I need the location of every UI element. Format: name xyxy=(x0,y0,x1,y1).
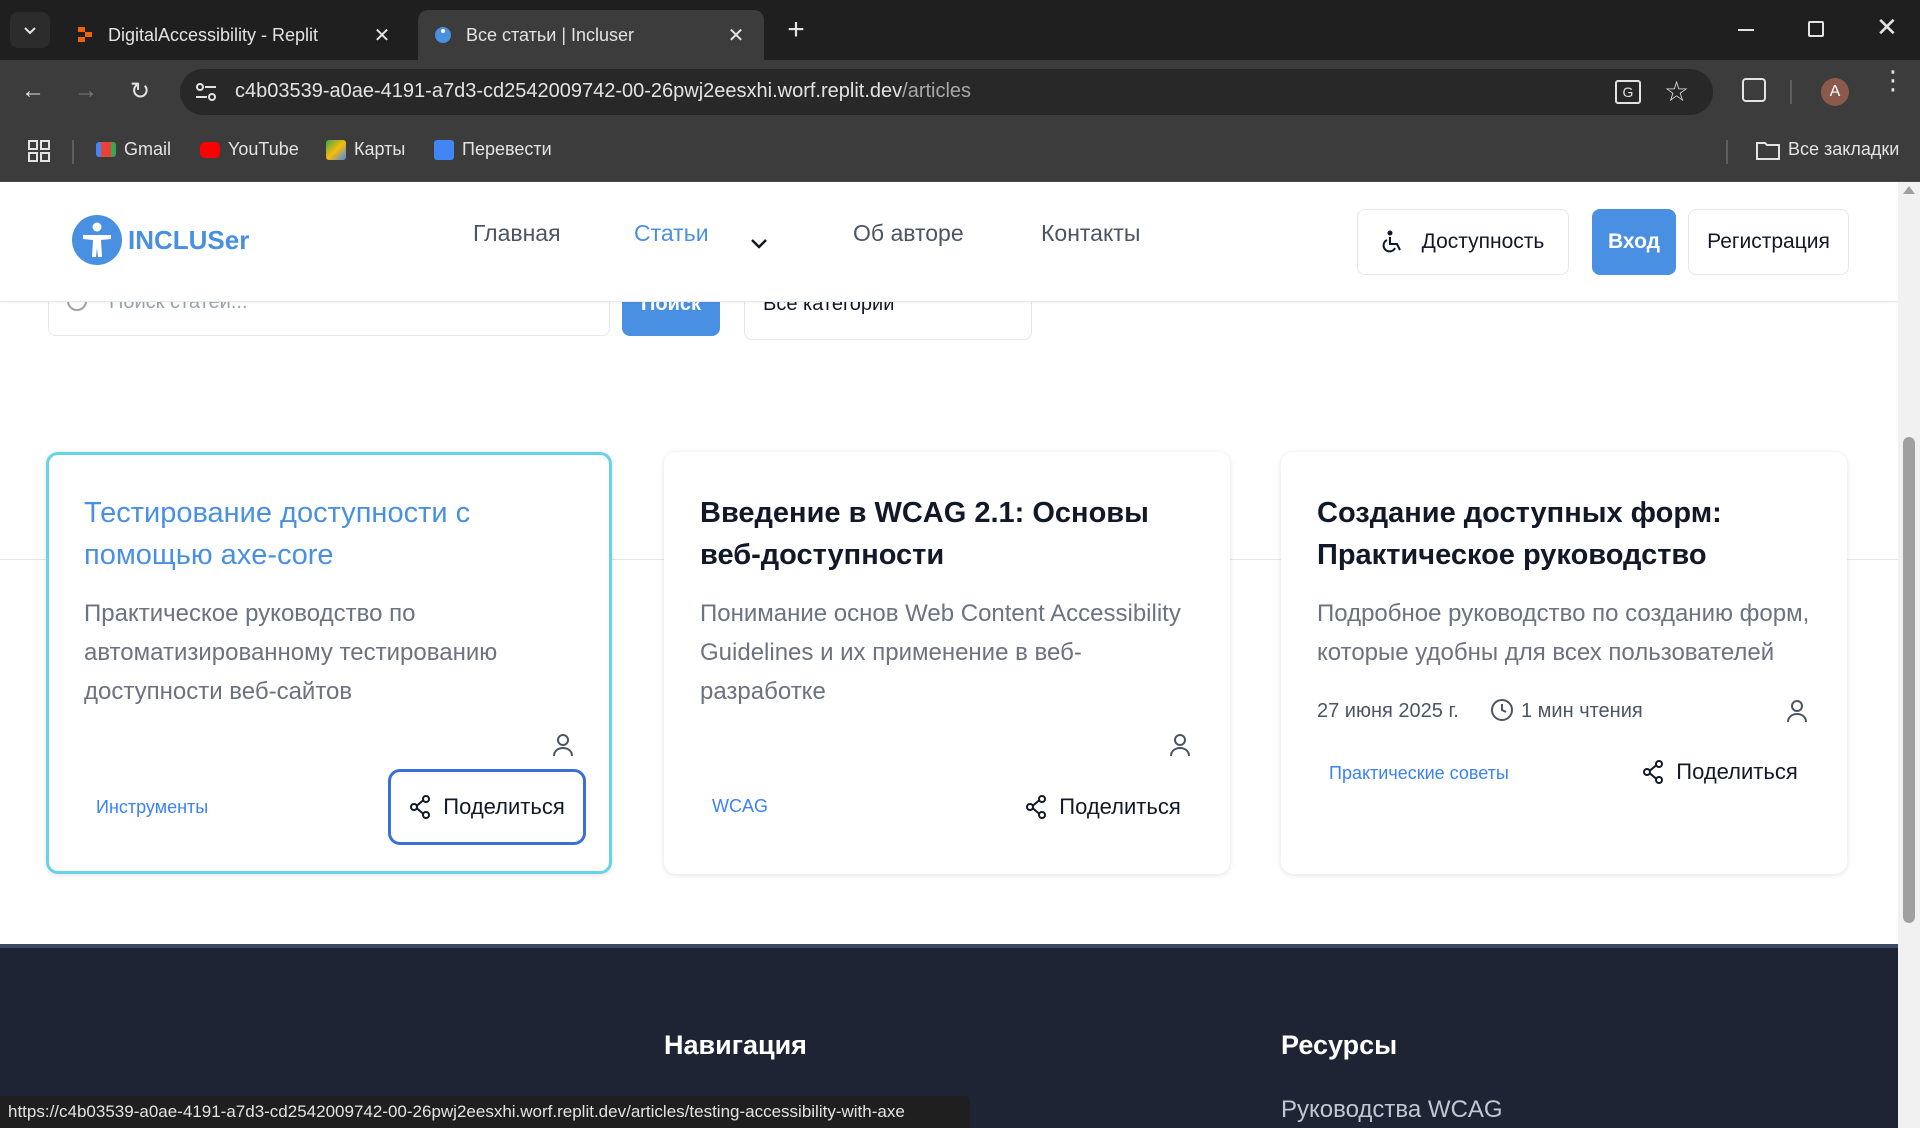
bookmark-translate[interactable]: Перевести xyxy=(434,139,552,160)
tab-articles[interactable]: Все статьи | Incluser ✕ xyxy=(418,10,764,60)
back-arrow-icon[interactable]: ← xyxy=(15,73,51,109)
page-viewport: Поиск статей... Поиск Все категории INCL… xyxy=(0,182,1898,1128)
category-tag[interactable]: Практические советы xyxy=(1329,763,1509,784)
footer-link-wcag[interactable]: Руководства WCAG xyxy=(1281,1096,1503,1124)
share-icon xyxy=(1026,795,1047,819)
translate-bookmark-icon xyxy=(434,139,454,160)
bookmarks-bar: Gmail YouTube Карты Перевести Все заклад… xyxy=(0,122,1920,182)
share-icon xyxy=(410,795,431,819)
tab-title: DigitalAccessibility - Replit xyxy=(108,24,319,45)
nav-articles[interactable]: Статьи xyxy=(634,220,709,247)
accessibility-button-label: Доступность xyxy=(1421,230,1545,253)
article-card[interactable]: Введение в WCAG 2.1: Основы веб-доступно… xyxy=(664,452,1230,874)
translate-icon[interactable]: G xyxy=(1615,80,1641,104)
article-title[interactable]: Создание доступных форм: Практическое ру… xyxy=(1317,492,1817,576)
menu-dots-icon[interactable]: ⋮ xyxy=(1880,67,1906,93)
site-header: INCLUSer Главная Статьи Об авторе Контак… xyxy=(0,182,1898,302)
category-tag[interactable]: Инструменты xyxy=(96,797,208,818)
bookmark-gmail[interactable]: Gmail xyxy=(96,139,171,160)
minimize-icon[interactable] xyxy=(1738,29,1754,31)
bookmark-maps[interactable]: Карты xyxy=(326,139,405,160)
login-button[interactable]: Вход xyxy=(1592,209,1676,275)
user-icon xyxy=(1787,700,1807,723)
all-bookmarks-label: Все закладки xyxy=(1788,139,1900,159)
nav-contacts[interactable]: Контакты xyxy=(1041,220,1140,247)
gmail-icon xyxy=(96,142,116,157)
extensions-icon[interactable] xyxy=(1742,78,1766,102)
article-card[interactable]: Тестирование доступности с помощью axe-c… xyxy=(46,452,612,874)
article-date: 27 июня 2025 г. xyxy=(1317,700,1459,722)
nav-about[interactable]: Об авторе xyxy=(853,220,964,247)
tab-list-button[interactable] xyxy=(10,12,50,48)
nav-home[interactable]: Главная xyxy=(473,220,561,247)
bookmarks-divider xyxy=(72,140,74,164)
share-label: Поделиться xyxy=(443,794,565,819)
logo-text: INCLUSer xyxy=(128,224,250,255)
clock-icon xyxy=(1491,699,1513,721)
close-window-icon[interactable]: ✕ xyxy=(1876,12,1898,43)
scrollbar-thumb[interactable] xyxy=(1903,437,1915,923)
close-tab-icon[interactable]: ✕ xyxy=(370,23,394,48)
bookmark-label: Карты xyxy=(354,139,406,159)
share-label: Поделиться xyxy=(1059,794,1181,819)
new-tab-button[interactable]: + xyxy=(780,12,812,48)
bookmark-label: YouTube xyxy=(228,139,299,159)
folder-icon xyxy=(1756,141,1780,160)
toolbar-divider xyxy=(1790,80,1792,104)
footer-resources-heading: Ресурсы xyxy=(1281,1030,1398,1060)
article-description: Практическое руководство по автоматизиро… xyxy=(84,600,498,705)
read-time: 1 мин чтения xyxy=(1521,700,1643,722)
share-button[interactable]: Поделиться xyxy=(388,769,586,845)
user-icon xyxy=(1170,734,1190,757)
browser-toolbar: ← → ↻ c4b03539-a0ae-4191-a7d3-cd25420097… xyxy=(0,60,1920,122)
youtube-icon xyxy=(200,141,220,158)
replit-favicon-icon xyxy=(78,27,92,42)
article-title[interactable]: Тестирование доступности с помощью axe-c… xyxy=(84,492,584,576)
register-button[interactable]: Регистрация xyxy=(1688,209,1849,275)
bookmark-star-icon[interactable]: ☆ xyxy=(1664,75,1689,108)
article-description: Понимание основ Web Content Accessibilit… xyxy=(700,600,1181,705)
forward-arrow-icon[interactable]: → xyxy=(68,73,104,109)
url-path: /articles xyxy=(902,80,972,102)
site-favicon-icon xyxy=(435,27,451,43)
share-label: Поделиться xyxy=(1676,759,1798,784)
apps-grid-icon[interactable] xyxy=(28,140,50,162)
scroll-up-arrow-icon[interactable] xyxy=(1903,186,1915,194)
bookmark-youtube[interactable]: YouTube xyxy=(200,139,299,160)
accessibility-button[interactable]: Доступность xyxy=(1357,209,1569,275)
article-description: Подробное руководство по созданию форм, … xyxy=(1317,600,1810,666)
page-scrollbar[interactable] xyxy=(1898,182,1920,1128)
user-icon xyxy=(553,734,573,757)
chevron-down-icon xyxy=(24,27,36,35)
avatar[interactable]: A xyxy=(1821,78,1849,106)
close-tab-icon[interactable]: ✕ xyxy=(724,23,748,48)
accessibility-logo-icon xyxy=(72,215,122,265)
bookmarks-divider xyxy=(1726,140,1728,164)
maps-icon xyxy=(326,139,346,160)
accessibility-icon xyxy=(1382,230,1401,253)
article-title[interactable]: Введение в WCAG 2.1: Основы веб-доступно… xyxy=(700,492,1200,576)
url-host: c4b03539-a0ae-4191-a7d3-cd2542009742-00-… xyxy=(235,80,903,102)
share-button[interactable]: Поделиться xyxy=(1004,769,1202,845)
browser-tab-bar: DigitalAccessibility - Replit ✕ Все стат… xyxy=(0,0,1920,60)
url-text: c4b03539-a0ae-4191-a7d3-cd2542009742-00-… xyxy=(235,80,971,103)
share-icon xyxy=(1643,760,1664,784)
address-bar[interactable]: c4b03539-a0ae-4191-a7d3-cd2542009742-00-… xyxy=(180,69,1713,115)
site-logo[interactable]: INCLUSer xyxy=(72,215,249,265)
bookmark-label: Gmail xyxy=(124,139,172,159)
tab-replit[interactable]: DigitalAccessibility - Replit ✕ xyxy=(60,10,410,60)
bookmark-label: Перевести xyxy=(462,139,552,159)
article-card[interactable]: Создание доступных форм: Практическое ру… xyxy=(1281,452,1847,874)
tab-title: Все статьи | Incluser xyxy=(466,24,635,45)
share-button[interactable]: Поделиться xyxy=(1621,734,1819,810)
all-bookmarks[interactable]: Все закладки xyxy=(1756,139,1899,160)
restore-icon[interactable] xyxy=(1808,21,1824,37)
reload-icon[interactable]: ↻ xyxy=(122,73,158,109)
site-settings-icon[interactable] xyxy=(194,81,218,103)
chevron-down-icon[interactable] xyxy=(750,238,768,250)
footer-navigation-heading: Навигация xyxy=(664,1030,807,1060)
category-tag[interactable]: WCAG xyxy=(712,796,768,817)
link-status-bar: https://c4b03539-a0ae-4191-a7d3-cd254200… xyxy=(0,1096,970,1128)
